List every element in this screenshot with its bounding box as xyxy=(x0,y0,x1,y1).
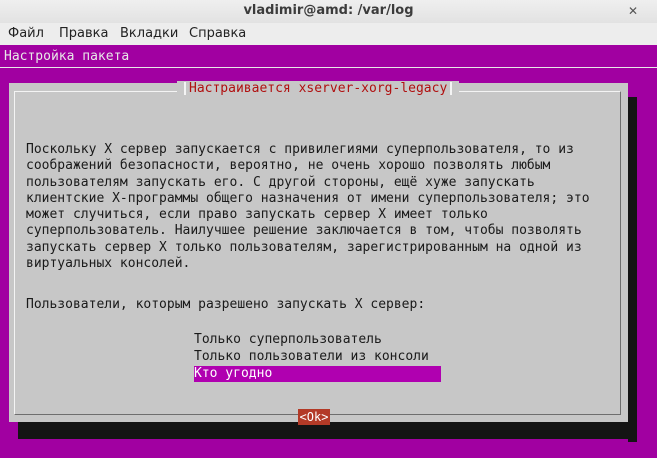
description-line: виртуальных консолей. xyxy=(26,256,191,272)
option-anybody[interactable]: Кто угодно xyxy=(194,366,441,382)
dialog-shadow-right xyxy=(628,97,637,442)
description-line: пользователям запускать его. С другой ст… xyxy=(26,174,535,190)
title-edge-left xyxy=(184,82,186,95)
window-title: vladimir@amd: /var/log xyxy=(243,3,414,18)
package-config-header: Настройка пакета xyxy=(4,49,130,64)
terminal-area[interactable]: Настройка пакета Настраивается xserver-x… xyxy=(0,45,657,458)
option-root-only[interactable]: Только суперпользователь xyxy=(194,332,441,348)
description-line: клиентские X-программы общего назначения… xyxy=(26,190,590,206)
close-icon[interactable]: ✕ xyxy=(626,4,640,18)
dialog-prompt: Пользователи, которым разрешено запускат… xyxy=(26,297,426,312)
menu-tabs[interactable]: Вкладки xyxy=(120,26,178,41)
dialog-title-text: Настраивается xserver-xorg-legacy xyxy=(189,81,448,96)
dialog-title: Настраивается xserver-xorg-legacy xyxy=(177,81,460,96)
window-titlebar: vladimir@amd: /var/log ✕ xyxy=(0,0,657,24)
description-line: соображений безопасности, вероятно, не о… xyxy=(26,158,551,174)
description-line: может случиться, если право запускать се… xyxy=(26,207,488,223)
menubar: Файл Правка Вкладки Справка xyxy=(0,23,657,45)
header-rule xyxy=(0,67,657,68)
description-line: Поскольку X сервер запускается с привиле… xyxy=(26,142,574,157)
menu-edit[interactable]: Правка xyxy=(59,26,108,41)
option-console-users[interactable]: Только пользователи из консоли xyxy=(194,349,441,365)
description-line: запускать сервер X только пользователям,… xyxy=(26,239,582,255)
dialog-description: Поскольку X сервер запускается с привиле… xyxy=(26,142,616,272)
menu-file[interactable]: Файл xyxy=(8,26,44,41)
ok-button[interactable]: <Ok> xyxy=(298,409,330,425)
description-line: суперпользователь. Наилучшее решение зак… xyxy=(26,223,582,239)
config-dialog: Настраивается xserver-xorg-legacy Поскол… xyxy=(9,81,628,425)
menu-help[interactable]: Справка xyxy=(189,26,246,41)
title-edge-right xyxy=(450,82,453,95)
